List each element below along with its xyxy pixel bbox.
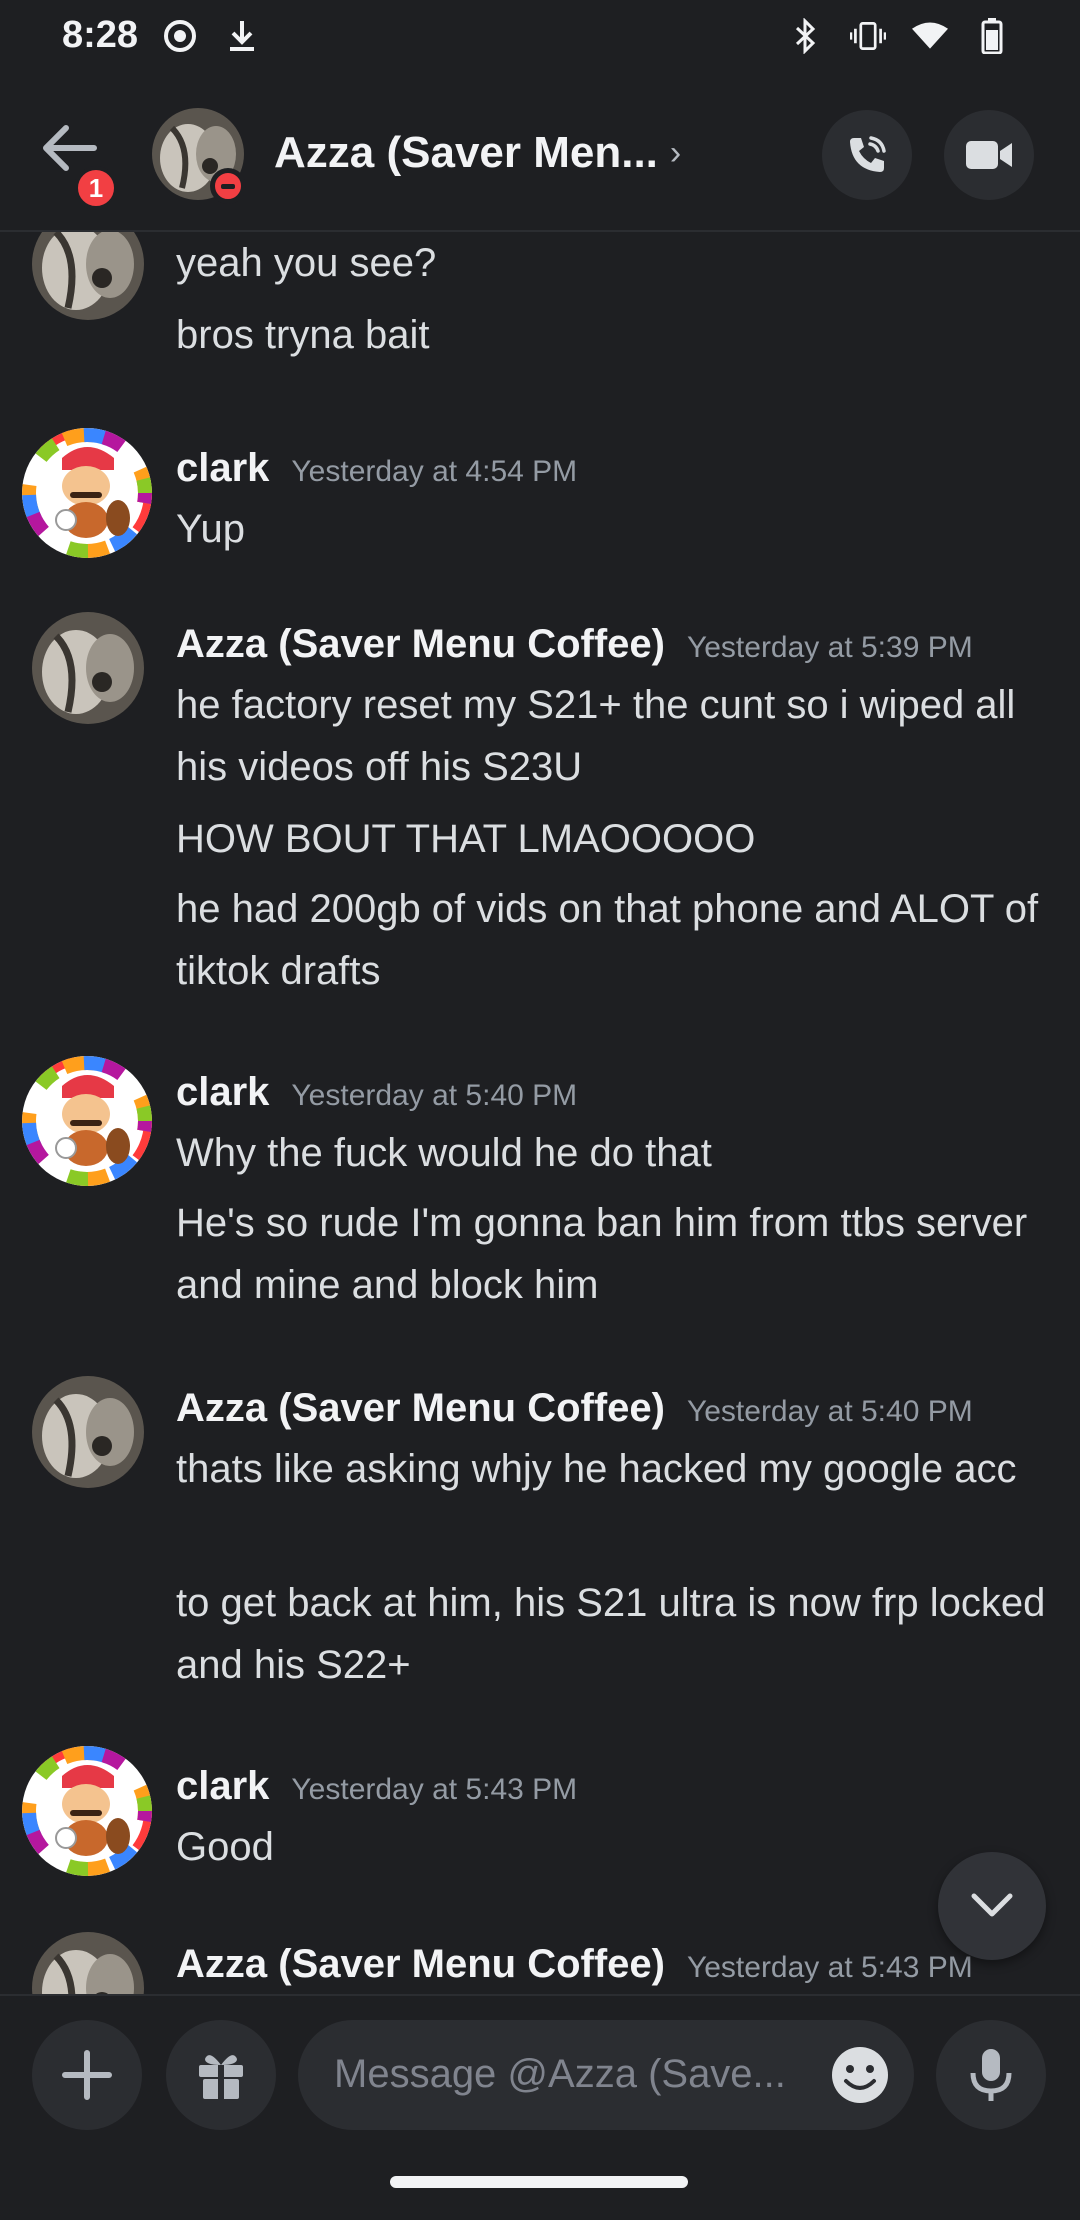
avatar[interactable] [22, 1746, 152, 1876]
chat-header: 1 Azza (Saver Men... › [0, 76, 1080, 232]
chat-screen: 8:28 1 Azza (Saver Men... › yeah you see… [0, 0, 1080, 2220]
clark-avatar-image [22, 1056, 152, 1186]
gift-icon [199, 2055, 243, 2099]
emoji-icon [832, 2047, 888, 2103]
azza-avatar-image [32, 232, 144, 320]
unread-badge: 1 [74, 166, 118, 210]
message-timestamp: Yesterday at 5:40 PM [686, 1395, 973, 1428]
chevron-down-icon [971, 1893, 1013, 1917]
avatar[interactable] [32, 1376, 144, 1488]
message-author[interactable]: Azza (Saver Menu Coffee) [176, 1942, 665, 1987]
message-text: yeah you see? [176, 241, 437, 285]
chevron-right-icon: › [669, 133, 682, 172]
dnd-status-icon [210, 168, 246, 204]
message-text: thats like asking whjy he hacked my goog… [176, 1447, 1017, 1491]
status-time: 8:28 [62, 14, 139, 56]
message-timestamp: Yesterday at 5:43 PM [686, 1951, 973, 1984]
status-bar: 8:28 [0, 0, 1080, 76]
message-text: Why the fuck would he do that [176, 1131, 712, 1175]
avatar[interactable] [32, 1932, 144, 1994]
message-author[interactable]: clark [176, 1070, 269, 1115]
gift-button[interactable] [166, 2020, 276, 2130]
microphone-icon [970, 2049, 1012, 2101]
emoji-button[interactable] [830, 2045, 890, 2105]
video-camera-icon [966, 141, 1012, 169]
avatar[interactable] [32, 612, 144, 724]
azza-avatar-image [32, 612, 144, 724]
message-timestamp: Yesterday at 5:39 PM [686, 631, 973, 664]
clark-avatar-image [22, 428, 152, 558]
message-text: HOW BOUT THAT LMAOOOOO [176, 817, 756, 861]
battery-icon [974, 18, 1010, 54]
message-text: bros tryna bait [176, 313, 430, 357]
message-list[interactable]: yeah you see? bros tryna bait clark Yest… [0, 232, 1080, 1994]
message-text: He's so rude I'm gonna ban him from ttbs… [176, 1201, 1028, 1307]
message-timestamp: Yesterday at 5:40 PM [291, 1079, 578, 1112]
avatar[interactable] [32, 232, 144, 320]
message-text: to get back at him, his S21 ultra is now… [176, 1581, 1046, 1687]
voice-message-button[interactable] [936, 2020, 1046, 2130]
message-text: he had 200gb of vids on that phone and A… [176, 887, 1039, 993]
message-text: Good [176, 1825, 274, 1869]
message-composer: Message @Azza (Save... [0, 1994, 1080, 2154]
voice-call-button[interactable] [822, 110, 912, 200]
message-author[interactable]: clark [176, 446, 269, 491]
wifi-icon [912, 18, 948, 54]
azza-avatar-image [32, 1376, 144, 1488]
vibrate-icon [850, 18, 886, 54]
message-text: he factory reset my S21+ the cunt so i w… [176, 683, 1016, 789]
message-input[interactable]: Message @Azza (Save... [298, 2020, 914, 2130]
avatar[interactable] [22, 1056, 152, 1186]
record-icon [162, 18, 198, 54]
message-author[interactable]: Azza (Saver Menu Coffee) [176, 622, 665, 667]
message-text: Yup [176, 507, 245, 551]
header-title: Azza (Saver Men... [274, 128, 658, 177]
home-indicator[interactable] [390, 2176, 688, 2188]
video-call-button[interactable] [944, 110, 1034, 200]
azza-avatar-image [32, 1932, 144, 1994]
plus-icon [62, 2050, 112, 2100]
phone-call-icon [850, 136, 886, 172]
clark-avatar-image [22, 1746, 152, 1876]
add-attachment-button[interactable] [32, 2020, 142, 2130]
jump-to-latest-button[interactable] [938, 1852, 1046, 1960]
message-timestamp: Yesterday at 5:43 PM [291, 1773, 578, 1806]
avatar[interactable] [22, 428, 152, 558]
download-icon [224, 18, 260, 54]
message-input-placeholder: Message @Azza (Save... [334, 2052, 786, 2096]
header-title-button[interactable]: Azza (Saver Men... › [274, 128, 681, 178]
message-author[interactable]: clark [176, 1764, 269, 1809]
bluetooth-icon [788, 18, 824, 54]
message-timestamp: Yesterday at 4:54 PM [291, 455, 578, 488]
message-author[interactable]: Azza (Saver Menu Coffee) [176, 1386, 665, 1431]
